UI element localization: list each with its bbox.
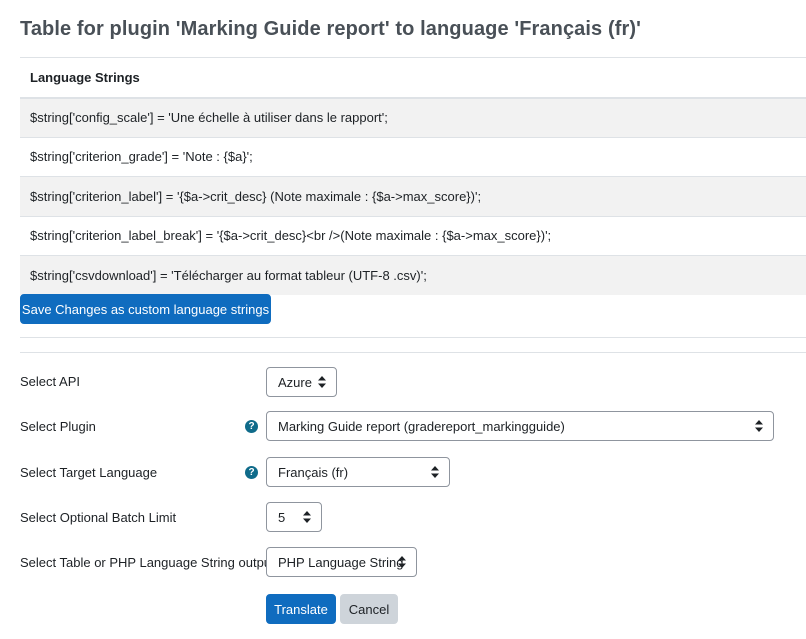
api-label: Select API bbox=[20, 374, 80, 389]
batch-limit-select-value: 5 bbox=[278, 509, 286, 525]
sort-caret-icon bbox=[431, 466, 439, 478]
page-title: Table for plugin 'Marking Guide report' … bbox=[20, 18, 641, 40]
table-cell-string: $string['criterion_label_break'] = '{$a-… bbox=[20, 215, 806, 256]
sort-caret-icon bbox=[398, 556, 406, 568]
cancel-button[interactable]: Cancel bbox=[340, 594, 398, 624]
save-custom-strings-button[interactable]: Save Changes as custom language strings bbox=[20, 294, 271, 324]
api-select[interactable]: Azure bbox=[266, 367, 337, 397]
sort-caret-icon bbox=[755, 420, 763, 432]
target-language-select-value: Français (fr) bbox=[278, 464, 349, 480]
table-row: $string['criterion_grade'] = 'Note : {$a… bbox=[20, 136, 806, 177]
question-circle-icon[interactable]: ? bbox=[245, 420, 258, 433]
target-language-label: Select Target Language bbox=[20, 465, 158, 480]
translate-button[interactable]: Translate bbox=[266, 594, 336, 624]
sort-caret-icon bbox=[318, 376, 326, 388]
table-cell-string: $string['config_scale'] = 'Une échelle à… bbox=[20, 97, 806, 137]
batch-limit-select[interactable]: 5 bbox=[266, 502, 322, 532]
target-language-select[interactable]: Français (fr) bbox=[266, 457, 450, 487]
plugin-select-value: Marking Guide report (gradereport_markin… bbox=[278, 418, 565, 434]
table-row: $string['criterion_label_break'] = '{$a-… bbox=[20, 215, 806, 256]
page: Table for plugin 'Marking Guide report' … bbox=[0, 0, 806, 639]
plugin-select[interactable]: Marking Guide report (gradereport_markin… bbox=[266, 411, 774, 441]
table-cell-string: $string['csvdownload'] = 'Télécharger au… bbox=[20, 255, 806, 295]
table-row: $string['csvdownload'] = 'Télécharger au… bbox=[20, 255, 806, 295]
section-divider bbox=[20, 352, 806, 353]
sort-caret-icon bbox=[303, 511, 311, 523]
output-format-select[interactable]: PHP Language String bbox=[266, 547, 417, 577]
output-format-label: Select Table or PHP Language String outp… bbox=[20, 555, 275, 570]
table-cell-string: $string['criterion_label'] = '{$a->crit_… bbox=[20, 176, 806, 216]
table-row: $string['criterion_label'] = '{$a->crit_… bbox=[20, 176, 806, 216]
table-header-row: Language Strings bbox=[20, 57, 806, 99]
batch-limit-label: Select Optional Batch Limit bbox=[20, 510, 177, 525]
section-divider bbox=[20, 337, 806, 338]
table-cell-string: $string['criterion_grade'] = 'Note : {$a… bbox=[20, 136, 806, 177]
api-select-value: Azure bbox=[278, 374, 312, 390]
language-strings-table: Language Strings $string['config_scale']… bbox=[20, 57, 806, 295]
output-format-select-value: PHP Language String bbox=[278, 554, 404, 570]
table-header-language-strings: Language Strings bbox=[20, 57, 806, 99]
question-circle-icon[interactable]: ? bbox=[245, 466, 258, 479]
table-row: $string['config_scale'] = 'Une échelle à… bbox=[20, 97, 806, 137]
plugin-label: Select Plugin bbox=[20, 419, 96, 434]
